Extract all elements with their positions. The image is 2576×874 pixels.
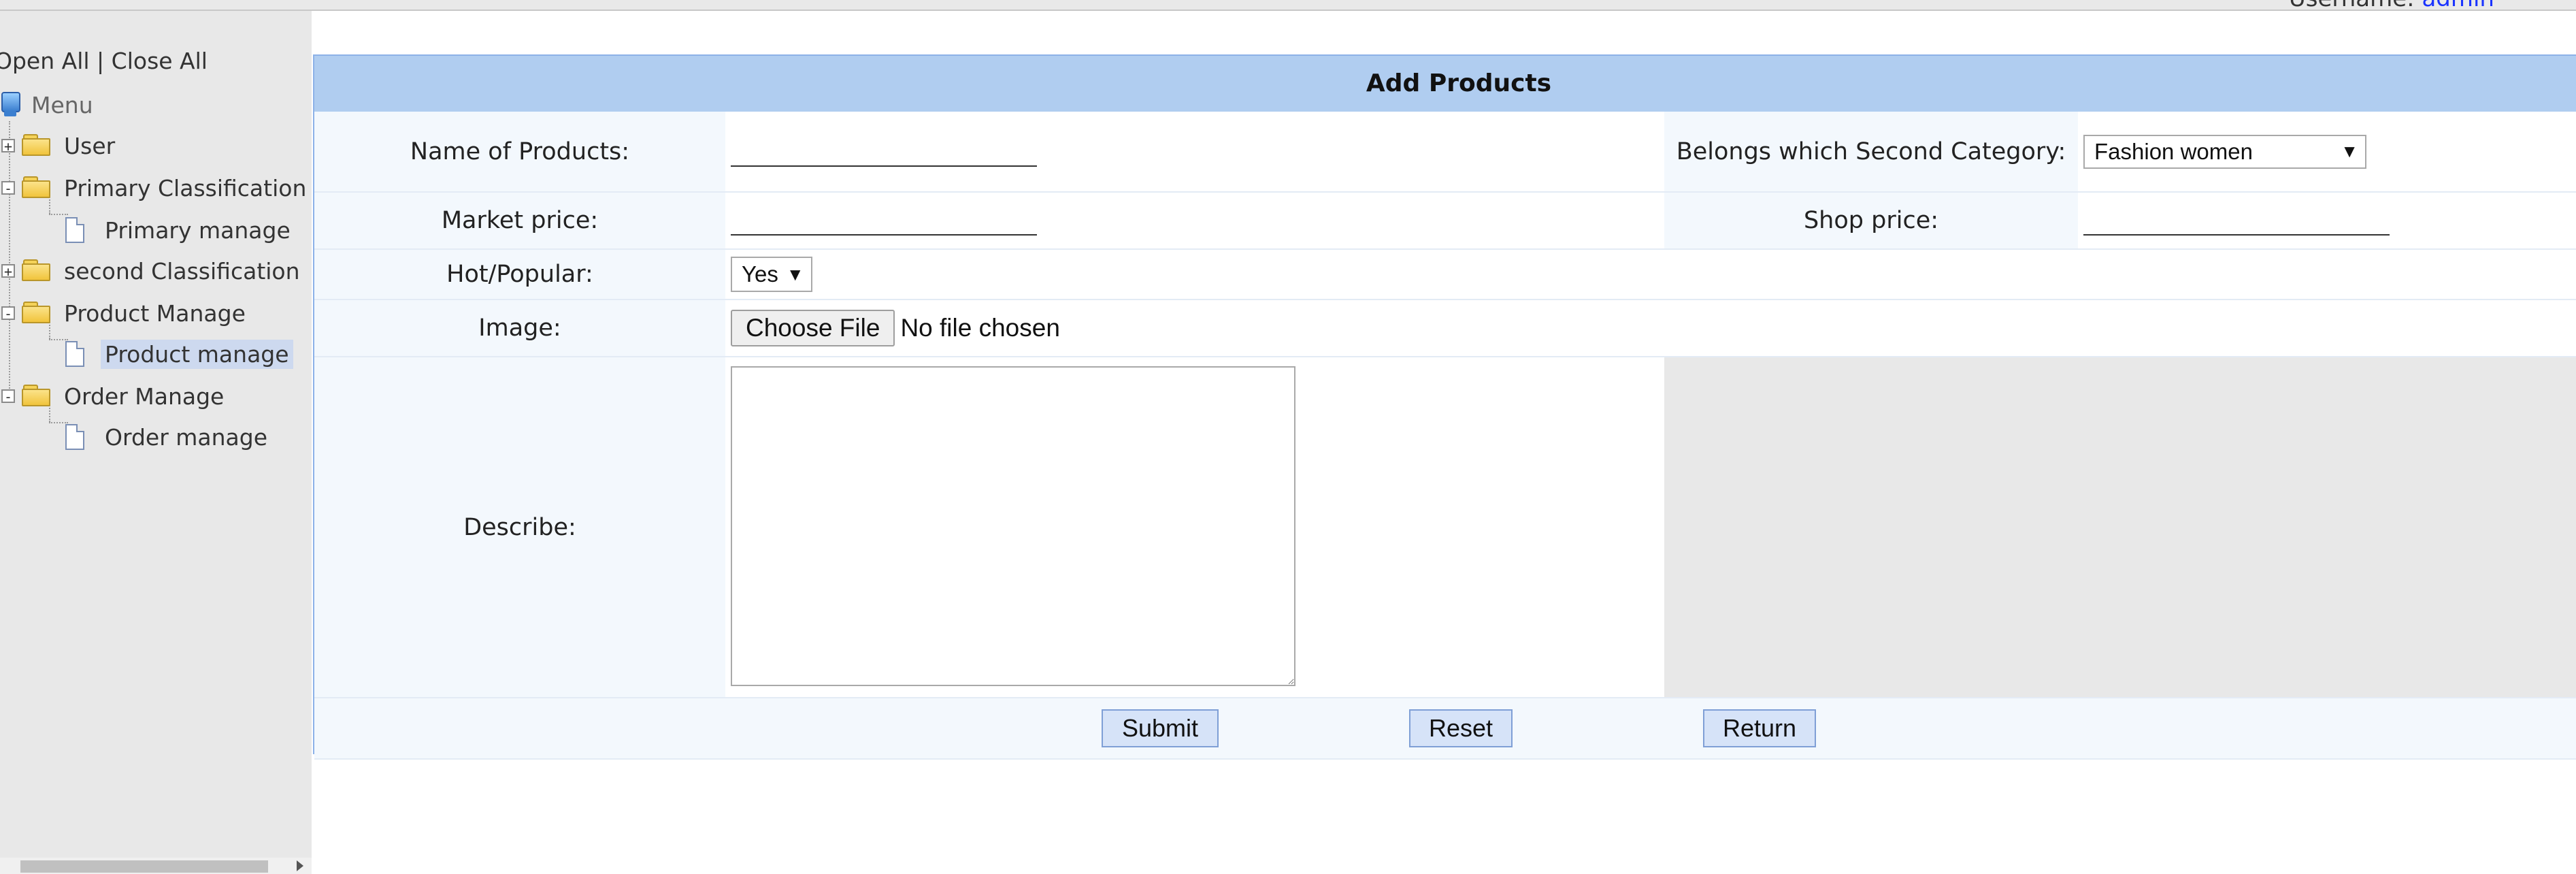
- shop-price-cell: [2078, 192, 2576, 250]
- button-row: Submit Reset Return: [314, 698, 2576, 760]
- form-row: Hot/Popular: Yes ▼: [314, 249, 2576, 300]
- username-label: Username:: [2289, 0, 2415, 12]
- form-title: Add Products: [314, 56, 2576, 112]
- tree-item-label: Order Manage: [64, 383, 225, 410]
- name-label: Name of Products:: [314, 112, 725, 193]
- open-all-link[interactable]: Open All: [0, 48, 90, 74]
- menu-root[interactable]: Menu: [0, 86, 93, 124]
- folder-open-icon: [22, 176, 52, 199]
- tree-item-order-manage[interactable]: Order manage: [65, 418, 271, 456]
- tree-item-label: Order manage: [105, 423, 268, 451]
- form-row: Market price: Shop price:: [314, 192, 2576, 250]
- tree-item-label: second Classification: [64, 257, 300, 285]
- page-icon: [65, 217, 84, 243]
- form-row: Image: Choose File No file chosen: [314, 300, 2576, 357]
- market-price-input[interactable]: [731, 206, 1037, 236]
- image-label: Image:: [314, 300, 725, 357]
- product-form: Name of Products: Belongs which Second C…: [314, 112, 2576, 760]
- tree-item-primary-classification[interactable]: - Primary Classification: [1, 169, 306, 207]
- tree-item-product-manage[interactable]: Product manage: [65, 335, 293, 373]
- image-cell: Choose File No file chosen: [725, 300, 2576, 357]
- page-icon: [65, 341, 84, 367]
- choose-file-button[interactable]: Choose File: [731, 310, 895, 346]
- hot-cell: Yes ▼: [725, 249, 2576, 300]
- hot-select[interactable]: Yes ▼: [731, 257, 812, 292]
- tree-item-second-classification[interactable]: + second Classification: [1, 252, 300, 290]
- add-product-panel: Add Products Name of Products: Belongs w…: [313, 54, 2576, 760]
- hot-select-value: Yes: [742, 261, 778, 287]
- dropdown-arrow-icon: ▼: [786, 263, 804, 285]
- product-name-input[interactable]: [731, 136, 1037, 167]
- category-select-value: Fashion women: [2094, 138, 2253, 164]
- shop-price-label: Shop price:: [1664, 192, 2078, 250]
- expand-plus-icon[interactable]: +: [1, 139, 15, 153]
- name-cell: [725, 112, 1664, 193]
- market-price-cell: [725, 192, 1664, 250]
- horizontal-scrollbar[interactable]: [0, 858, 312, 874]
- top-bar: Username: admin: [0, 0, 2576, 12]
- tree-item-label: Primary manage: [105, 216, 291, 244]
- folder-open-icon: [22, 385, 52, 408]
- describe-label: Describe:: [314, 357, 725, 698]
- form-row: Name of Products: Belongs which Second C…: [314, 112, 2576, 193]
- hot-label: Hot/Popular:: [314, 249, 725, 300]
- user-info: Username: admin: [2289, 0, 2494, 12]
- tree-controls: Open All | Close All: [0, 48, 208, 74]
- file-status: No file chosen: [900, 314, 1060, 342]
- scroll-right-icon[interactable]: [297, 860, 303, 871]
- folder-open-icon: [22, 302, 52, 325]
- tree-item-label: Primary Classification: [64, 174, 307, 201]
- return-button[interactable]: Return: [1703, 709, 1816, 747]
- separator: |: [97, 48, 105, 74]
- market-price-label: Market price:: [314, 192, 725, 250]
- tree-item-order-manage-folder[interactable]: - Order Manage: [1, 377, 224, 415]
- tree-item-product-manage-folder[interactable]: - Product Manage: [1, 294, 246, 332]
- submit-button[interactable]: Submit: [1102, 709, 1219, 747]
- form-row: Describe:: [314, 357, 2576, 698]
- username-link[interactable]: admin: [2422, 0, 2494, 12]
- menu-root-label: Menu: [31, 91, 93, 118]
- collapse-minus-icon[interactable]: -: [1, 181, 15, 195]
- dropdown-arrow-icon: ▼: [2341, 141, 2358, 161]
- category-label: Belongs which Second Category:: [1664, 112, 2078, 193]
- computer-icon: [0, 92, 20, 118]
- shop-price-input[interactable]: [2083, 206, 2390, 236]
- folder-icon: [22, 259, 52, 282]
- page-icon: [65, 424, 84, 450]
- close-all-link[interactable]: Close All: [112, 48, 208, 74]
- describe-textarea[interactable]: [731, 366, 1295, 686]
- collapse-minus-icon[interactable]: -: [1, 389, 15, 404]
- expand-plus-icon[interactable]: +: [1, 264, 15, 278]
- folder-icon: [22, 134, 52, 157]
- sidebar: Open All | Close All Menu + User - Prima…: [0, 11, 312, 874]
- tree-item-primary-manage[interactable]: Primary manage: [65, 211, 295, 249]
- describe-cell: [725, 357, 1664, 698]
- category-cell: Fashion women ▼: [2078, 112, 2576, 193]
- tree-item-label: Product Manage: [64, 300, 246, 327]
- reset-button[interactable]: Reset: [1409, 709, 1513, 747]
- scrollbar-thumb[interactable]: [20, 860, 268, 873]
- button-cell: Submit Reset Return: [314, 698, 2576, 760]
- category-select[interactable]: Fashion women ▼: [2083, 134, 2366, 169]
- tree-item-user[interactable]: + User: [1, 127, 115, 165]
- tree-item-label: Product manage: [101, 339, 293, 369]
- collapse-minus-icon[interactable]: -: [1, 306, 15, 321]
- empty-area: [1664, 357, 2576, 698]
- tree-item-label: User: [64, 132, 116, 159]
